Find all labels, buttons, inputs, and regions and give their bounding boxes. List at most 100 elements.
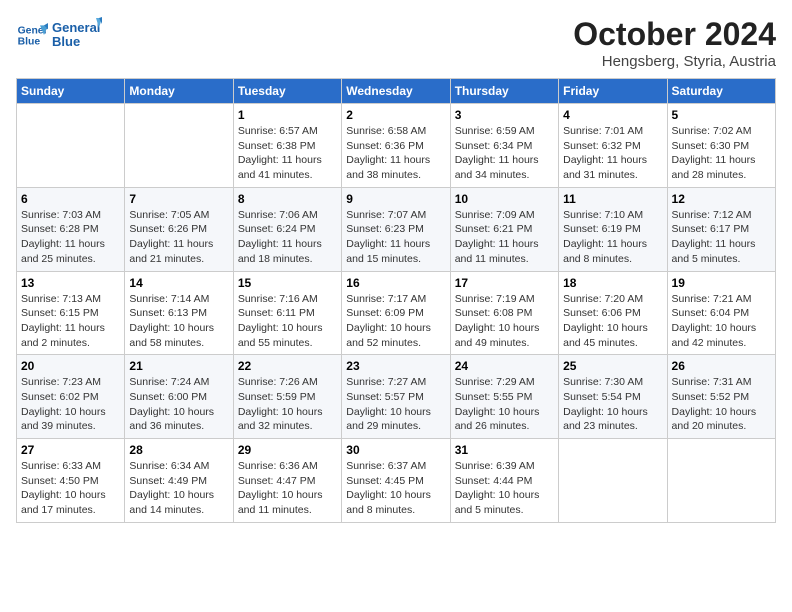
day-info: Sunrise: 6:58 AMSunset: 6:36 PMDaylight:… [346,124,445,183]
day-number: 22 [238,359,337,373]
calendar-cell: 26 Sunrise: 7:31 AMSunset: 5:52 PMDayligh… [667,355,775,439]
day-info: Sunrise: 7:10 AMSunset: 6:19 PMDaylight:… [563,208,662,267]
day-info: Sunrise: 7:01 AMSunset: 6:32 PMDaylight:… [563,124,662,183]
calendar-cell [559,439,667,523]
day-number: 5 [672,108,771,122]
day-number: 18 [563,276,662,290]
day-number: 3 [455,108,554,122]
calendar-cell: 3 Sunrise: 6:59 AMSunset: 6:34 PMDaylight… [450,104,558,188]
day-number: 25 [563,359,662,373]
day-number: 21 [129,359,228,373]
day-number: 7 [129,192,228,206]
calendar-week-row: 20Sunrise: 7:23 AMSunset: 6:02 PMDayligh… [17,355,776,439]
day-info: Sunrise: 7:31 AMSunset: 5:52 PMDaylight:… [672,375,771,434]
day-info: Sunrise: 7:07 AMSunset: 6:23 PMDaylight:… [346,208,445,267]
day-number: 6 [21,192,120,206]
calendar-cell: 22 Sunrise: 7:26 AMSunset: 5:59 PMDayligh… [233,355,341,439]
day-info: Sunrise: 7:16 AMSunset: 6:11 PMDaylight:… [238,292,337,351]
day-info: Sunrise: 7:02 AMSunset: 6:30 PMDaylight:… [672,124,771,183]
day-number: 1 [238,108,337,122]
day-number: 9 [346,192,445,206]
day-info: Sunrise: 7:21 AMSunset: 6:04 PMDaylight:… [672,292,771,351]
calendar-cell: 30Sunrise: 6:37 AMSunset: 4:45 PMDayligh… [342,439,450,523]
day-number: 13 [21,276,120,290]
day-info: Sunrise: 7:06 AMSunset: 6:24 PMDaylight:… [238,208,337,267]
day-number: 12 [672,192,771,206]
logo-graphic: General Blue [52,16,102,54]
calendar-cell: 21 Sunrise: 7:24 AMSunset: 6:00 PMDayligh… [125,355,233,439]
calendar-cell: 8 Sunrise: 7:06 AMSunset: 6:24 PMDaylight… [233,187,341,271]
day-number: 28 [129,443,228,457]
day-info: Sunrise: 6:59 AMSunset: 6:34 PMDaylight:… [455,124,554,183]
day-number: 2 [346,108,445,122]
day-number: 23 [346,359,445,373]
day-number: 26 [672,359,771,373]
calendar-header-row: SundayMondayTuesdayWednesdayThursdayFrid… [17,79,776,104]
calendar-body: 1 Sunrise: 6:57 AMSunset: 6:38 PMDaylight… [17,104,776,523]
calendar-cell: 28 Sunrise: 6:34 AMSunset: 4:49 PMDayligh… [125,439,233,523]
day-info: Sunrise: 7:29 AMSunset: 5:55 PMDaylight:… [455,375,554,434]
day-info: Sunrise: 6:39 AMSunset: 4:44 PMDaylight:… [455,459,554,518]
calendar-cell [667,439,775,523]
day-info: Sunrise: 7:13 AMSunset: 6:15 PMDaylight:… [21,292,120,351]
logo: General Blue General Blue [16,16,102,54]
calendar-cell: 1 Sunrise: 6:57 AMSunset: 6:38 PMDaylight… [233,104,341,188]
calendar-week-row: 27 Sunrise: 6:33 AMSunset: 4:50 PMDayligh… [17,439,776,523]
calendar-cell: 11 Sunrise: 7:10 AMSunset: 6:19 PMDayligh… [559,187,667,271]
weekday-header-tuesday: Tuesday [233,79,341,104]
day-info: Sunrise: 6:36 AMSunset: 4:47 PMDaylight:… [238,459,337,518]
calendar-week-row: 13 Sunrise: 7:13 AMSunset: 6:15 PMDayligh… [17,271,776,355]
calendar-cell: 15 Sunrise: 7:16 AMSunset: 6:11 PMDayligh… [233,271,341,355]
calendar-cell: 7 Sunrise: 7:05 AMSunset: 6:26 PMDaylight… [125,187,233,271]
day-number: 4 [563,108,662,122]
calendar-cell: 2 Sunrise: 6:58 AMSunset: 6:36 PMDaylight… [342,104,450,188]
month-title: October 2024 [573,16,776,53]
day-number: 19 [672,276,771,290]
day-number: 14 [129,276,228,290]
calendar-cell: 12 Sunrise: 7:12 AMSunset: 6:17 PMDayligh… [667,187,775,271]
calendar-cell: 23 Sunrise: 7:27 AMSunset: 5:57 PMDayligh… [342,355,450,439]
day-number: 31 [455,443,554,457]
day-number: 15 [238,276,337,290]
calendar-cell: 5 Sunrise: 7:02 AMSunset: 6:30 PMDaylight… [667,104,775,188]
day-info: Sunrise: 7:05 AMSunset: 6:26 PMDaylight:… [129,208,228,267]
day-info: Sunrise: 7:20 AMSunset: 6:06 PMDaylight:… [563,292,662,351]
day-number: 10 [455,192,554,206]
day-info: Sunrise: 7:26 AMSunset: 5:59 PMDaylight:… [238,375,337,434]
svg-text:Blue: Blue [52,34,80,49]
calendar-cell [125,104,233,188]
day-info: Sunrise: 6:34 AMSunset: 4:49 PMDaylight:… [129,459,228,518]
day-number: 16 [346,276,445,290]
calendar-cell: 14Sunrise: 7:14 AMSunset: 6:13 PMDayligh… [125,271,233,355]
day-number: 24 [455,359,554,373]
day-number: 17 [455,276,554,290]
calendar-cell: 9 Sunrise: 7:07 AMSunset: 6:23 PMDaylight… [342,187,450,271]
calendar-cell: 27 Sunrise: 6:33 AMSunset: 4:50 PMDayligh… [17,439,125,523]
day-number: 11 [563,192,662,206]
day-number: 8 [238,192,337,206]
day-info: Sunrise: 7:09 AMSunset: 6:21 PMDaylight:… [455,208,554,267]
svg-text:Blue: Blue [18,37,41,48]
calendar-cell: 29 Sunrise: 6:36 AMSunset: 4:47 PMDayligh… [233,439,341,523]
day-info: Sunrise: 7:12 AMSunset: 6:17 PMDaylight:… [672,208,771,267]
day-info: Sunrise: 7:27 AMSunset: 5:57 PMDaylight:… [346,375,445,434]
day-info: Sunrise: 7:19 AMSunset: 6:08 PMDaylight:… [455,292,554,351]
day-number: 27 [21,443,120,457]
calendar-cell: 31 Sunrise: 6:39 AMSunset: 4:44 PMDayligh… [450,439,558,523]
day-info: Sunrise: 7:24 AMSunset: 6:00 PMDaylight:… [129,375,228,434]
weekday-header-wednesday: Wednesday [342,79,450,104]
day-info: Sunrise: 6:57 AMSunset: 6:38 PMDaylight:… [238,124,337,183]
day-info: Sunrise: 7:17 AMSunset: 6:09 PMDaylight:… [346,292,445,351]
calendar-cell: 19 Sunrise: 7:21 AMSunset: 6:04 PMDayligh… [667,271,775,355]
day-number: 29 [238,443,337,457]
header: General Blue General Blue October 2024 H… [16,16,776,70]
day-info: Sunrise: 6:33 AMSunset: 4:50 PMDaylight:… [21,459,120,518]
calendar-cell: 16 Sunrise: 7:17 AMSunset: 6:09 PMDayligh… [342,271,450,355]
calendar-cell: 17 Sunrise: 7:19 AMSunset: 6:08 PMDayligh… [450,271,558,355]
calendar-week-row: 1 Sunrise: 6:57 AMSunset: 6:38 PMDaylight… [17,104,776,188]
calendar-cell: 6Sunrise: 7:03 AMSunset: 6:28 PMDaylight… [17,187,125,271]
calendar-cell [17,104,125,188]
day-number: 30 [346,443,445,457]
calendar-week-row: 6Sunrise: 7:03 AMSunset: 6:28 PMDaylight… [17,187,776,271]
day-info: Sunrise: 7:30 AMSunset: 5:54 PMDaylight:… [563,375,662,434]
